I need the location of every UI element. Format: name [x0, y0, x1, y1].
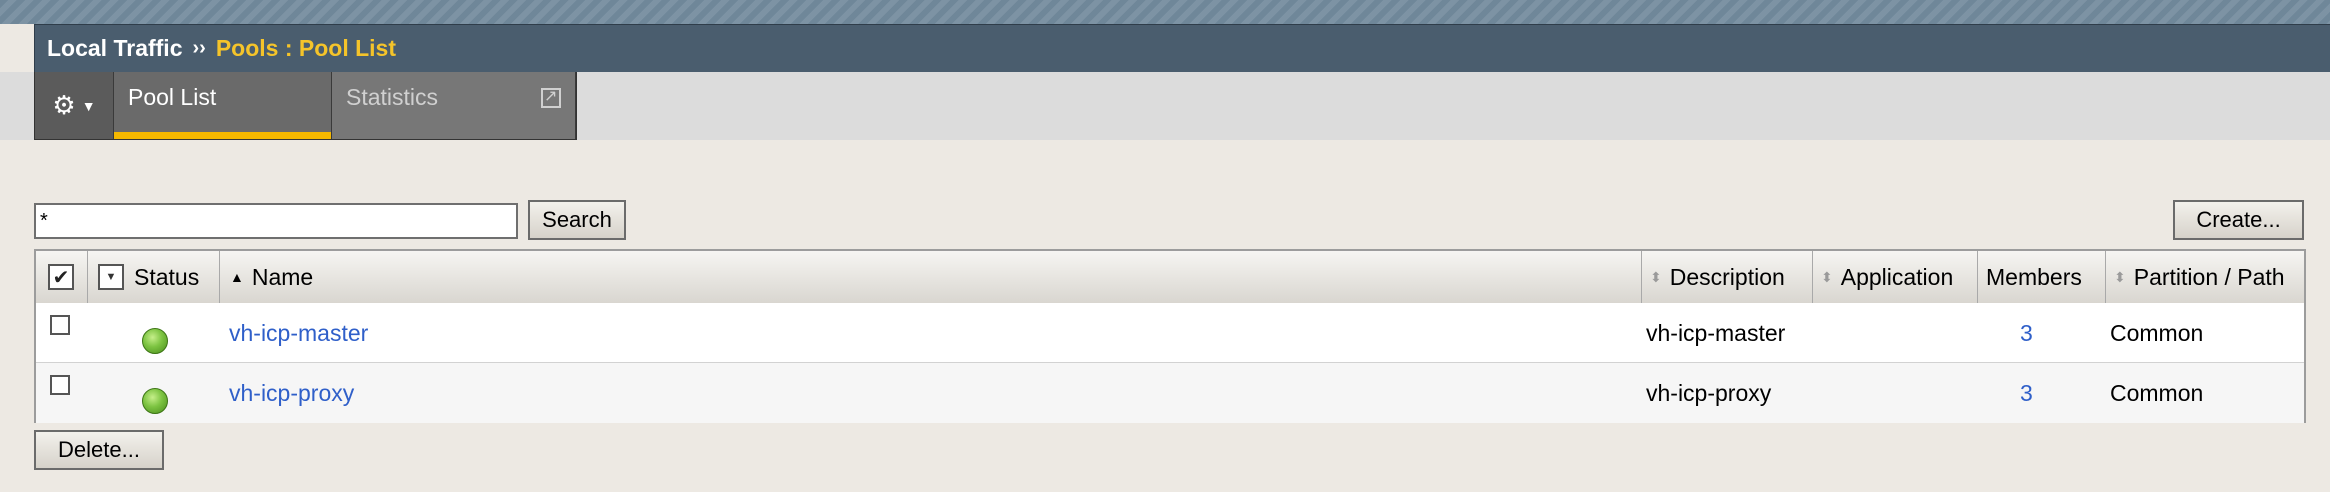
delete-button[interactable]: Delete... — [34, 430, 164, 470]
tab-pool-list[interactable]: Pool List — [114, 72, 332, 139]
header-description[interactable]: ⬍ Description — [1642, 251, 1813, 303]
table-row: vh-icp-proxy vh-icp-proxy 3 Common — [36, 363, 2304, 423]
table-header: ✔ ▼ Status ▲ Name ⬍ Description ⬍ Applic… — [36, 251, 2304, 304]
breadcrumb-section[interactable]: Local Traffic — [47, 35, 182, 62]
sort-icon: ⬍ — [1650, 268, 1662, 285]
status-available-icon — [142, 388, 168, 414]
sort-ascending-icon: ▲ — [230, 269, 244, 285]
search-button[interactable]: Search — [528, 200, 626, 240]
header-status-label: Status — [134, 263, 200, 290]
row-checkbox[interactable] — [50, 375, 70, 395]
settings-menu-button[interactable]: ⚙ ▼ — [35, 72, 114, 139]
caret-down-icon: ▼ — [81, 97, 96, 114]
header-members-label: Members — [1986, 263, 2082, 290]
page-title: Pools : Pool List — [215, 35, 396, 61]
pool-name-link[interactable]: vh-icp-master — [229, 320, 368, 347]
status-available-icon — [142, 328, 168, 354]
breadcrumb: Local Traffic ›› Pools : Pool List — [34, 24, 2330, 72]
sort-icon: ⬍ — [1821, 268, 1833, 285]
pool-name-link[interactable]: vh-icp-proxy — [229, 380, 354, 407]
tab-strip: ⚙ ▼ Pool List Statistics — [0, 72, 2330, 140]
tab-pool-list-label: Pool List — [128, 84, 217, 110]
top-banner — [0, 0, 2330, 24]
select-all-checkbox[interactable]: ✔ — [48, 264, 74, 290]
tab-statistics[interactable]: Statistics — [332, 72, 576, 139]
partition-cell: Common — [2110, 379, 2204, 406]
gear-icon: ⚙ — [52, 90, 76, 120]
members-cell: 3 — [2020, 303, 2033, 363]
header-partition-label: Partition / Path — [2133, 263, 2285, 290]
pool-table: ✔ ▼ Status ▲ Name ⬍ Description ⬍ Applic… — [34, 249, 2306, 423]
header-partition[interactable]: ⬍ Partition / Path — [2106, 251, 2304, 303]
pool-name-cell: vh-icp-proxy — [229, 363, 354, 423]
search-input[interactable] — [34, 203, 518, 239]
partition-cell: Common — [2110, 319, 2204, 346]
row-checkbox[interactable] — [50, 315, 70, 335]
header-application-label: Application — [1840, 263, 1954, 290]
external-link-icon[interactable] — [541, 86, 561, 108]
members-link[interactable]: 3 — [2020, 320, 2033, 347]
members-link[interactable]: 3 — [2020, 380, 2033, 407]
header-status[interactable]: ▼ Status — [88, 251, 220, 303]
header-name-label: Name — [251, 263, 314, 290]
pool-name-cell: vh-icp-master — [229, 303, 368, 363]
tab-statistics-label: Statistics — [346, 84, 439, 110]
header-name[interactable]: ▲ Name — [220, 251, 1642, 303]
create-button[interactable]: Create... — [2173, 200, 2304, 240]
members-cell: 3 — [2020, 363, 2033, 423]
header-application[interactable]: ⬍ Application — [1813, 251, 1978, 303]
select-all-cell: ✔ — [36, 251, 88, 303]
description-cell: vh-icp-proxy — [1646, 379, 1772, 406]
header-description-label: Description — [1669, 263, 1785, 290]
breadcrumb-separator: ›› — [192, 37, 206, 59]
table-row: vh-icp-master vh-icp-master 3 Common — [36, 303, 2304, 363]
sort-icon: ⬍ — [2114, 268, 2126, 285]
filter-dropdown-icon[interactable]: ▼ — [98, 264, 124, 290]
description-cell: vh-icp-master — [1646, 319, 1786, 346]
tab-group: ⚙ ▼ Pool List Statistics — [34, 72, 577, 140]
header-members[interactable]: Members — [1978, 251, 2106, 303]
